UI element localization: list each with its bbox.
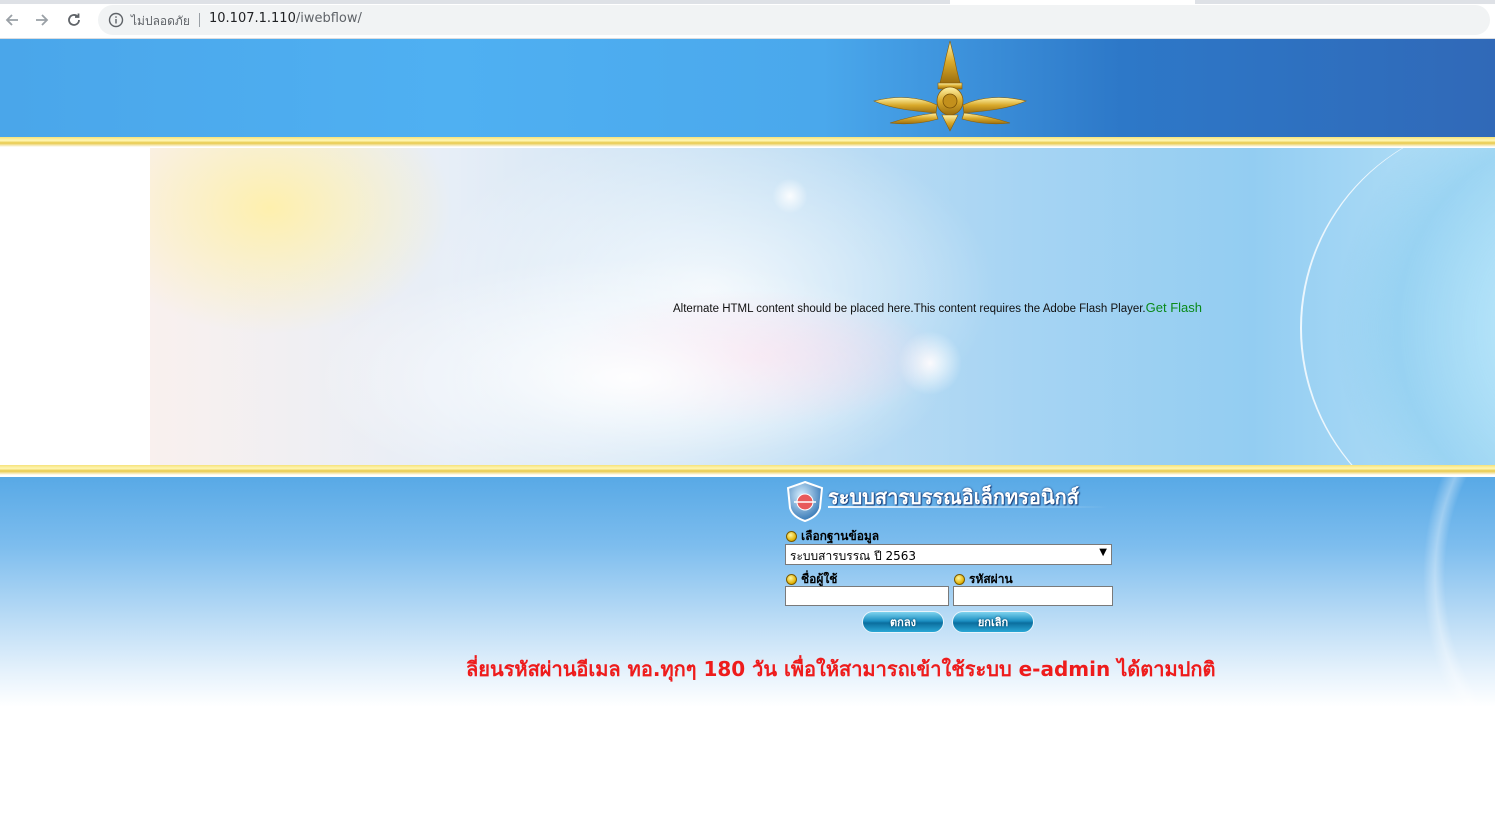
dropdown-arrow-icon: ▼ <box>1099 547 1107 558</box>
royal-air-force-emblem-icon <box>873 40 1027 132</box>
arrow-right-icon <box>36 14 49 26</box>
password-input[interactable] <box>953 586 1113 606</box>
gold-divider-bottom <box>0 465 1495 475</box>
flash-message: Alternate HTML content should be placed … <box>673 303 1146 315</box>
security-status-text[interactable]: ไม่ปลอดภัย <box>131 12 190 31</box>
cancel-button[interactable]: ยกเลิก <box>952 611 1034 633</box>
address-divider <box>199 13 200 27</box>
reload-icon <box>68 13 80 26</box>
back-button[interactable] <box>1 9 23 31</box>
decorative-swoosh <box>1295 477 1495 707</box>
gold-divider-top <box>0 137 1495 147</box>
bullet-icon <box>786 574 797 585</box>
flash-banner-area: Alternate HTML content should be placed … <box>0 148 1495 465</box>
database-select[interactable]: ระบบสารบรรณ ปี 2563 ▼ <box>785 544 1112 565</box>
planet-graphic <box>1300 148 1495 465</box>
arrow-left-icon <box>5 14 18 26</box>
url-host: 10.107.1.110 <box>209 11 296 26</box>
bullet-icon <box>786 531 797 542</box>
tab-strip <box>0 0 1495 4</box>
active-tab-gap <box>950 0 1195 4</box>
info-icon[interactable] <box>108 12 124 28</box>
header-banner <box>0 39 1495 138</box>
username-input[interactable] <box>785 586 949 606</box>
password-change-notice: ลี่ยนรหัสผ่านอีเมล ทอ.ทุกๆ 180 วัน เพื่อ… <box>466 657 1216 681</box>
bullet-icon <box>954 574 965 585</box>
flash-alternate-content: Alternate HTML content should be placed … <box>673 300 1202 315</box>
forward-button[interactable] <box>31 9 53 31</box>
system-title-underline <box>828 506 1108 508</box>
url-path: /iwebflow/ <box>295 11 362 26</box>
url-text[interactable]: 10.107.1.110/iwebflow/ <box>209 11 362 26</box>
address-bar[interactable]: ไม่ปลอดภัย 10.107.1.110/iwebflow/ <box>98 5 1490 35</box>
reload-button[interactable] <box>63 9 85 31</box>
browser-toolbar: ไม่ปลอดภัย 10.107.1.110/iwebflow/ <box>0 0 1495 39</box>
system-logo-icon <box>786 480 824 522</box>
get-flash-link[interactable]: Get Flash <box>1146 300 1202 315</box>
system-title: ระบบสารบรรณอิเล็กทรอนิกส์ <box>828 485 1079 509</box>
ok-button[interactable]: ตกลง <box>862 611 944 633</box>
database-selected-value: ระบบสารบรรณ ปี 2563 <box>790 549 917 563</box>
